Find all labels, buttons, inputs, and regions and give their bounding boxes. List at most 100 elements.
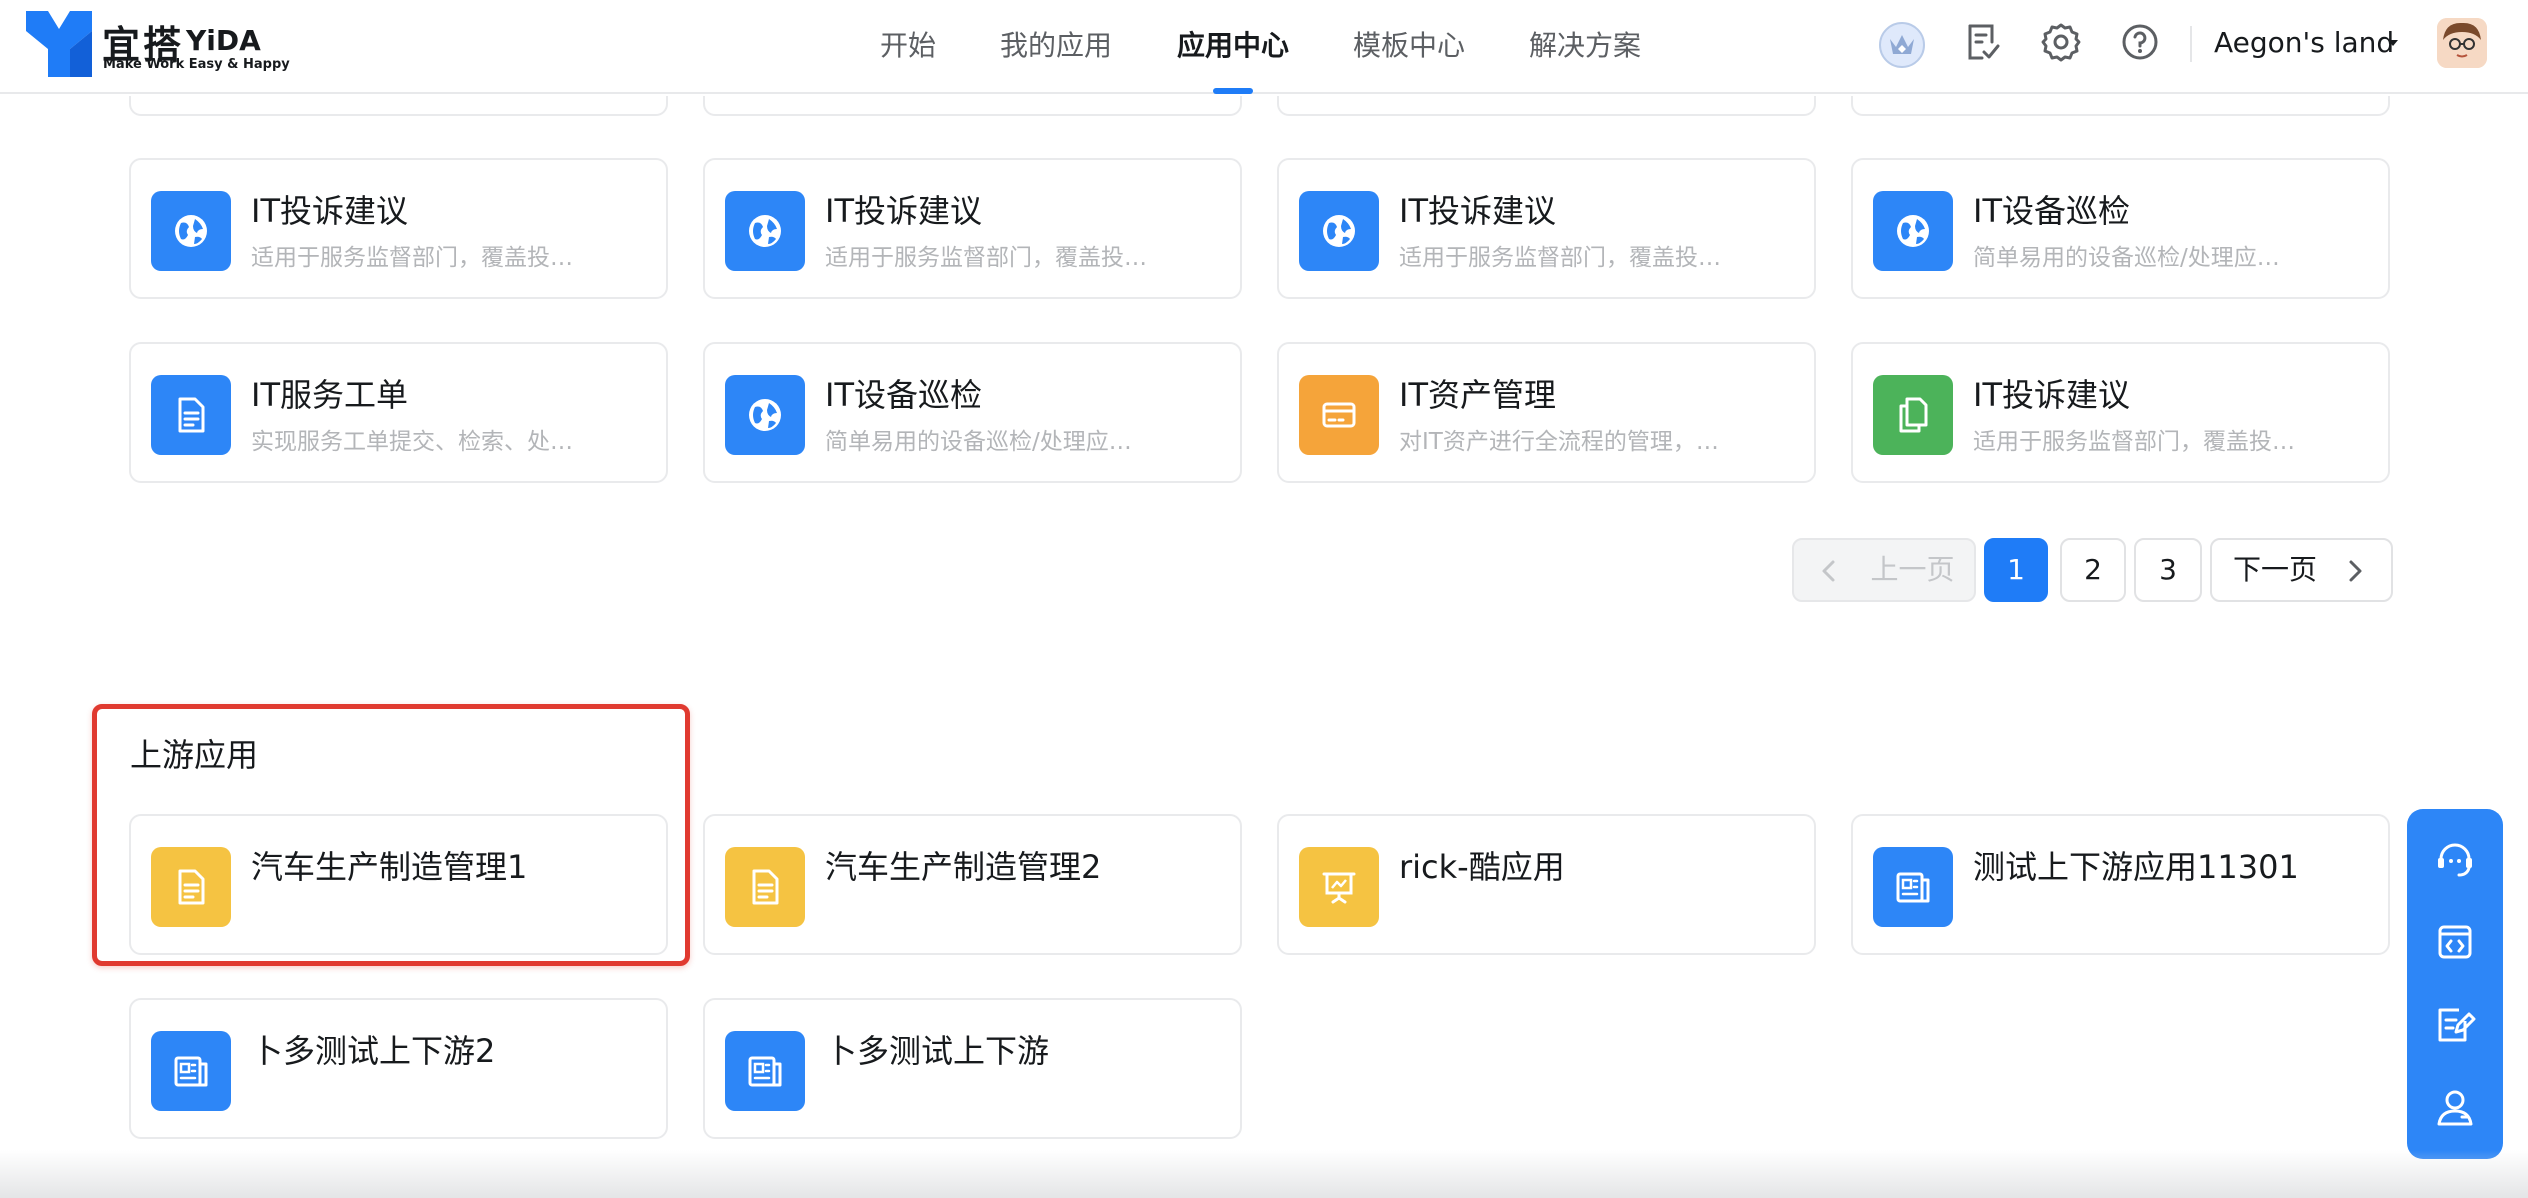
app-card[interactable]: IT资产管理 对IT资产进行全流程的管理，…: [1277, 342, 1816, 483]
app-card[interactable]: IT投诉建议 适用于服务监督部门，覆盖投…: [1277, 158, 1816, 299]
upstream-app-card[interactable]: 卜多测试上下游2: [129, 998, 668, 1139]
nav-start[interactable]: 开始: [880, 24, 936, 64]
crown-badge-icon[interactable]: [1878, 21, 1926, 69]
app-card[interactable]: IT服务工单 实现服务工单提交、检索、处…: [129, 342, 668, 483]
app-icon-tile: [725, 375, 805, 455]
app-icon-tile: [1299, 847, 1379, 927]
user-name-dropdown[interactable]: Aegon's land: [2214, 26, 2394, 59]
pagination-page-3[interactable]: 3: [2134, 538, 2202, 602]
globe-icon: [749, 215, 781, 247]
code-button[interactable]: [2429, 916, 2481, 968]
app-icon-tile: [1873, 191, 1953, 271]
yida-logo-icon: [26, 11, 92, 77]
app-card-desc: 适用于服务监督部门，覆盖投…: [825, 245, 1147, 271]
app-icon-tile: [1299, 375, 1379, 455]
app-card-title: rick-酷应用: [1399, 848, 1565, 886]
app-card-title: IT设备巡检: [1973, 192, 2130, 230]
app-card-title: IT设备巡检: [825, 376, 982, 414]
app-icon-tile: [1873, 847, 1953, 927]
nav-my-apps[interactable]: 我的应用: [1000, 24, 1112, 64]
logo-text-en: YiDA: [186, 24, 261, 57]
nav-solutions[interactable]: 解决方案: [1529, 24, 1641, 64]
nav-app-center[interactable]: 应用中心: [1177, 24, 1289, 64]
presentation-icon: [1322, 872, 1356, 904]
app-icon-tile: [151, 191, 231, 271]
pagination-page-2[interactable]: 2: [2060, 538, 2126, 602]
help-question-icon[interactable]: [2118, 20, 2162, 64]
app-card-partial[interactable]: [1851, 96, 2390, 116]
app-card-desc: 简单易用的设备巡检/处理应…: [1973, 245, 2280, 271]
app-icon-tile: [1873, 375, 1953, 455]
document-icon: [178, 397, 205, 433]
bottom-scroll-shadow: [0, 1150, 2528, 1198]
pagination-prev-button[interactable]: 上一页: [1792, 538, 1976, 602]
upstream-app-card[interactable]: 卜多测试上下游: [703, 998, 1242, 1139]
app-card-partial[interactable]: [1277, 96, 1816, 116]
app-card-title: IT服务工单: [251, 376, 408, 414]
app-card-title: IT投诉建议: [251, 192, 408, 230]
app-card[interactable]: IT设备巡检 简单易用的设备巡检/处理应…: [703, 342, 1242, 483]
upstream-app-card[interactable]: rick-酷应用: [1277, 814, 1816, 955]
globe-icon: [749, 399, 781, 431]
customer-service-icon: [2438, 843, 2472, 877]
app-card-title: IT投诉建议: [825, 192, 982, 230]
app-icon-tile: [1299, 191, 1379, 271]
app-card-desc: 简单易用的设备巡检/处理应…: [825, 429, 1132, 455]
app-card-partial[interactable]: [129, 96, 668, 116]
customer-service-button[interactable]: [2429, 833, 2481, 885]
app-card-title: 卜多测试上下游2: [251, 1032, 496, 1070]
app-icon-tile: [151, 375, 231, 455]
app-icon-tile: [725, 847, 805, 927]
upstream-app-card[interactable]: 汽车生产制造管理2: [703, 814, 1242, 955]
app-icon-tile: [725, 191, 805, 271]
app-icon-tile: [725, 1031, 805, 1111]
app-card-partial[interactable]: [703, 96, 1242, 116]
pagination-next-label: 下一页: [2233, 553, 2318, 586]
edit-form-icon: [2438, 1008, 2476, 1042]
document-icon: [752, 869, 779, 905]
chevron-left-icon: [1822, 560, 1835, 582]
pagination-next-button[interactable]: 下一页: [2210, 538, 2393, 602]
app-card[interactable]: IT投诉建议 适用于服务监督部门，覆盖投…: [1851, 342, 2390, 483]
newspaper-icon: [748, 1056, 782, 1087]
user-contact-icon: [2437, 1090, 2473, 1126]
top-header: 宜搭 YiDA Make Work Easy & Happy 开始 我的应用 应…: [0, 0, 2528, 94]
settings-gear-icon[interactable]: [2039, 20, 2083, 64]
logo-slogan: Make Work Easy & Happy: [103, 57, 290, 72]
app-card-title: IT投诉建议: [1399, 192, 1556, 230]
app-card[interactable]: IT投诉建议 适用于服务监督部门，覆盖投…: [703, 158, 1242, 299]
pagination-page-1[interactable]: 1: [1984, 538, 2048, 602]
copy-icon: [1899, 397, 1928, 433]
pagination-prev-label: 上一页: [1870, 553, 1955, 586]
chevron-down-icon[interactable]: [2388, 40, 2398, 46]
app-card-title: 汽车生产制造管理2: [825, 848, 1102, 886]
app-icon-tile: [151, 1031, 231, 1111]
code-icon: [2438, 925, 2472, 959]
globe-icon: [1897, 215, 1929, 247]
header-divider: [2190, 26, 2192, 62]
globe-icon: [175, 215, 207, 247]
user-avatar[interactable]: [2437, 18, 2487, 68]
avatar-image-icon: [2437, 18, 2487, 68]
nav-active-indicator: [1213, 88, 1253, 94]
app-card-desc: 适用于服务监督部门，覆盖投…: [1399, 245, 1721, 271]
newspaper-icon: [1896, 872, 1930, 903]
app-card-title: IT投诉建议: [1973, 376, 2130, 414]
globe-icon: [1323, 215, 1355, 247]
user-contact-button[interactable]: [2429, 1082, 2481, 1134]
app-card-title: 测试上下游应用11301: [1973, 848, 2299, 886]
newspaper-icon: [174, 1056, 208, 1087]
app-card-desc: 对IT资产进行全流程的管理，…: [1399, 429, 1719, 455]
chevron-right-icon: [2349, 560, 2362, 582]
app-card[interactable]: IT设备巡检 简单易用的设备巡检/处理应…: [1851, 158, 2390, 299]
app-card-desc: 适用于服务监督部门，覆盖投…: [251, 245, 573, 271]
app-card-desc: 实现服务工单提交、检索、处…: [251, 429, 573, 455]
app-card-desc: 适用于服务监督部门，覆盖投…: [1973, 429, 2295, 455]
highlight-annotation-box: [92, 704, 690, 966]
upstream-app-card[interactable]: 测试上下游应用11301: [1851, 814, 2390, 955]
task-list-icon[interactable]: [1960, 20, 2004, 64]
edit-form-button[interactable]: [2429, 999, 2481, 1051]
app-card-title: 卜多测试上下游: [825, 1032, 1050, 1070]
app-card[interactable]: IT投诉建议 适用于服务监督部门，覆盖投…: [129, 158, 668, 299]
nav-template-center[interactable]: 模板中心: [1353, 24, 1465, 64]
